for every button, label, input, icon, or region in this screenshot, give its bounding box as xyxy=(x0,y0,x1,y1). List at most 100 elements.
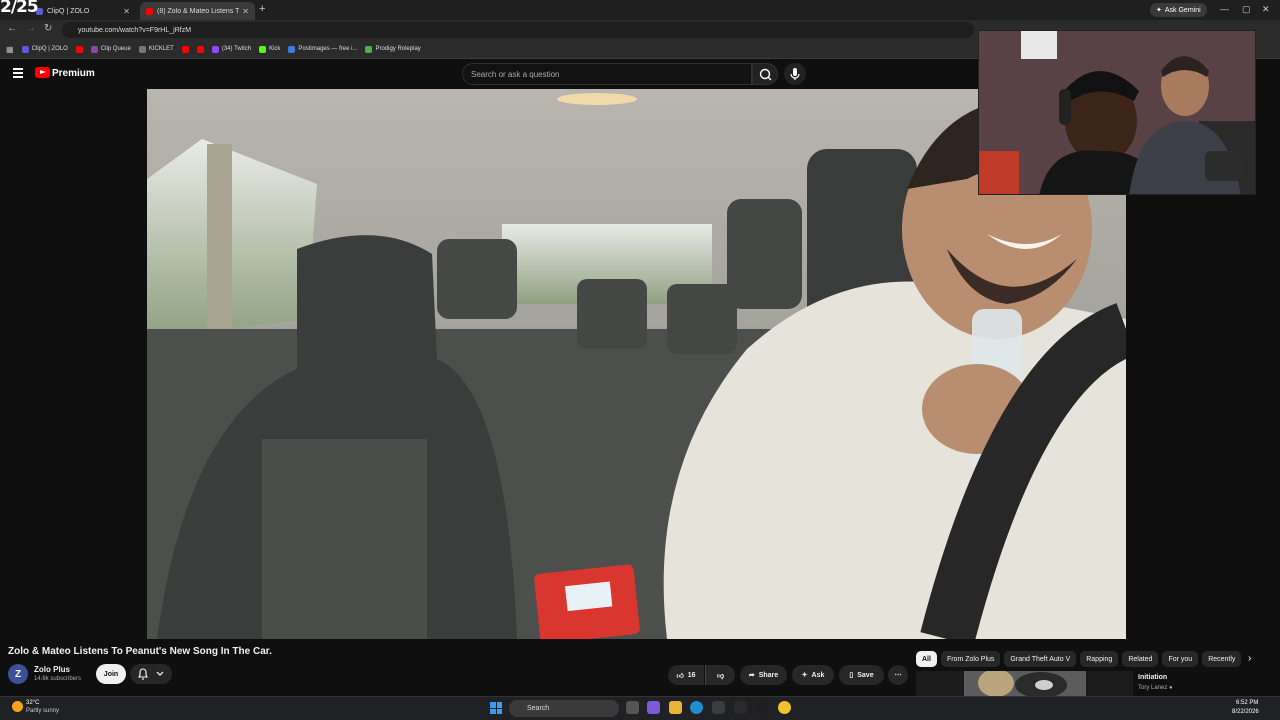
tab-title: ClipQ | ZOLO xyxy=(47,7,90,15)
taskbar-search[interactable]: Search xyxy=(509,700,619,717)
bookmark-youtube[interactable] xyxy=(75,45,83,53)
search-icon xyxy=(759,68,772,81)
youtube-favicon-icon xyxy=(146,7,153,15)
subscriber-count: 14.6k subscribers xyxy=(34,676,82,682)
recommendation-thumbnail[interactable] xyxy=(916,671,1133,696)
save-label: Save xyxy=(857,671,874,679)
weather-description: Partly sunny xyxy=(26,708,60,714)
forward-icon[interactable]: → xyxy=(26,23,36,34)
chip-gta-v[interactable]: Grand Theft Auto V xyxy=(1004,651,1077,667)
more-actions-button[interactable]: ⋯ xyxy=(888,665,908,685)
clip-queue-icon xyxy=(90,45,98,53)
edge-icon[interactable] xyxy=(690,701,703,714)
recommendation-channel: Tory Lanez ● xyxy=(1138,685,1173,691)
notification-button[interactable] xyxy=(130,664,172,684)
recommendation-chips: All From Zolo Plus Grand Theft Auto V Ra… xyxy=(916,651,1246,667)
windows-taskbar: 32°C Partly sunny Search 6:52 PM 8/22/20… xyxy=(0,696,1280,720)
task-view-icon[interactable] xyxy=(626,701,639,714)
bookmark-clip-queue[interactable]: Clip Queue xyxy=(90,45,131,53)
bookmark-youtube-3[interactable] xyxy=(196,45,204,53)
chrome-icon[interactable] xyxy=(778,701,791,714)
windows-start-icon[interactable] xyxy=(490,702,502,714)
kick-icon xyxy=(259,45,267,53)
clock-time[interactable]: 6:52 PM xyxy=(1236,700,1258,706)
youtube-premium-brand[interactable]: Premium xyxy=(52,68,95,79)
ask-label: Ask xyxy=(811,671,825,679)
webcam-frame xyxy=(979,31,1255,194)
chip-recently[interactable]: Recently xyxy=(1202,651,1242,667)
voice-search-button[interactable] xyxy=(784,63,806,85)
recommendation-channel-name: Tory Lanez xyxy=(1138,685,1168,691)
chip-all[interactable]: All xyxy=(916,651,937,667)
maximize-icon[interactable]: ▢ xyxy=(1242,4,1251,15)
bookmark-label: Postimages — free i... xyxy=(298,46,358,52)
search-button[interactable] xyxy=(752,63,778,85)
copilot-icon[interactable] xyxy=(647,701,660,714)
channel-name[interactable]: Zolo Plus xyxy=(34,665,70,674)
microphone-icon xyxy=(790,68,800,80)
store-icon[interactable] xyxy=(712,701,725,714)
capcut-icon[interactable] xyxy=(734,701,747,714)
dislike-button[interactable]: 👎︎ xyxy=(705,665,735,685)
url-bar[interactable]: youtube.com/watch?v=F9rHL_jRfzM xyxy=(62,22,974,38)
postimages-icon xyxy=(288,45,296,53)
file-explorer-icon[interactable] xyxy=(669,701,682,714)
app-icon[interactable] xyxy=(756,701,769,714)
bookmark-postimages[interactable]: Postimages — free i... xyxy=(288,45,358,53)
save-button[interactable]: ▯ Save xyxy=(839,665,884,685)
like-button[interactable]: 👍︎ 16 xyxy=(668,665,704,685)
apps-grid-icon[interactable]: ▦ xyxy=(6,45,14,54)
clipq-icon xyxy=(21,45,29,53)
kicklet-icon xyxy=(138,45,146,53)
reload-icon[interactable]: ↻ xyxy=(44,23,52,34)
youtube-icon xyxy=(181,45,189,53)
back-icon[interactable]: ← xyxy=(7,23,17,34)
bookmark-youtube-2[interactable] xyxy=(181,45,189,53)
chevron-right-icon[interactable]: › xyxy=(1248,653,1251,664)
taskbar-search-label: Search xyxy=(527,705,550,712)
youtube-icon xyxy=(75,45,83,53)
new-tab-button[interactable]: + xyxy=(259,3,265,15)
more-horizontal-icon: ⋯ xyxy=(894,672,902,679)
close-tab-icon[interactable]: ✕ xyxy=(123,7,130,16)
bookmark-clipq[interactable]: ClipQ | ZOLO xyxy=(21,45,68,53)
bell-icon xyxy=(138,668,164,680)
chip-rapping[interactable]: Rapping xyxy=(1080,651,1119,667)
bookmark-prodigy[interactable]: Prodigy Roleplay xyxy=(365,45,421,53)
youtube-logo-icon[interactable] xyxy=(35,67,50,78)
thumbnail-image xyxy=(916,671,1133,696)
chip-related[interactable]: Related xyxy=(1122,651,1159,667)
close-tab-icon[interactable]: ✕ xyxy=(242,7,249,16)
url-text: youtube.com/watch?v=F9rHL_jRfzM xyxy=(78,26,192,34)
browser-tab-clipq[interactable]: ClipQ | ZOLO ✕ xyxy=(30,2,136,20)
bookmark-twitch[interactable]: (34) Twitch xyxy=(211,45,252,53)
bookmark-label: Prodigy Roleplay xyxy=(375,46,421,52)
search-input[interactable]: Search or ask a question xyxy=(462,63,752,85)
like-count: 16 xyxy=(687,671,696,679)
chip-for-you[interactable]: For you xyxy=(1162,651,1199,667)
chip-from-zolo-plus[interactable]: From Zolo Plus xyxy=(940,651,1001,667)
channel-avatar[interactable]: Z xyxy=(8,664,28,684)
browser-tab-youtube[interactable]: (8) Zolo & Mateo Listens To Pe... ✕ xyxy=(140,2,255,20)
share-button[interactable]: ➦ Share xyxy=(740,665,787,685)
weather-sun-icon[interactable] xyxy=(12,701,23,712)
chevron-down-icon xyxy=(156,671,164,676)
join-button[interactable]: Join xyxy=(96,664,126,684)
verified-icon: ● xyxy=(1169,685,1173,691)
clock-date[interactable]: 8/22/2026 xyxy=(1232,709,1259,715)
bookmark-kicklet[interactable]: KICKLET xyxy=(138,45,174,53)
hamburger-menu-icon[interactable] xyxy=(13,68,23,78)
ask-gemini-button[interactable]: ✦ Ask Gemini xyxy=(1150,3,1207,17)
bookmark-label: Clip Queue xyxy=(100,46,131,52)
bookmark-kick[interactable]: Kick xyxy=(259,45,281,53)
thumbs-up-icon: 👍︎ xyxy=(676,672,684,680)
minimize-icon[interactable]: — xyxy=(1220,4,1229,14)
close-window-icon[interactable]: ✕ xyxy=(1262,4,1270,15)
share-label: Share xyxy=(758,671,779,679)
bookmark-label: Kick xyxy=(269,46,281,52)
youtube-icon xyxy=(196,45,204,53)
ask-button[interactable]: ✦ Ask xyxy=(792,665,834,685)
bookmark-label: (34) Twitch xyxy=(221,46,252,52)
recommendation-title[interactable]: Initiation xyxy=(1138,674,1167,681)
thumbs-down-icon: 👎︎ xyxy=(716,672,725,680)
